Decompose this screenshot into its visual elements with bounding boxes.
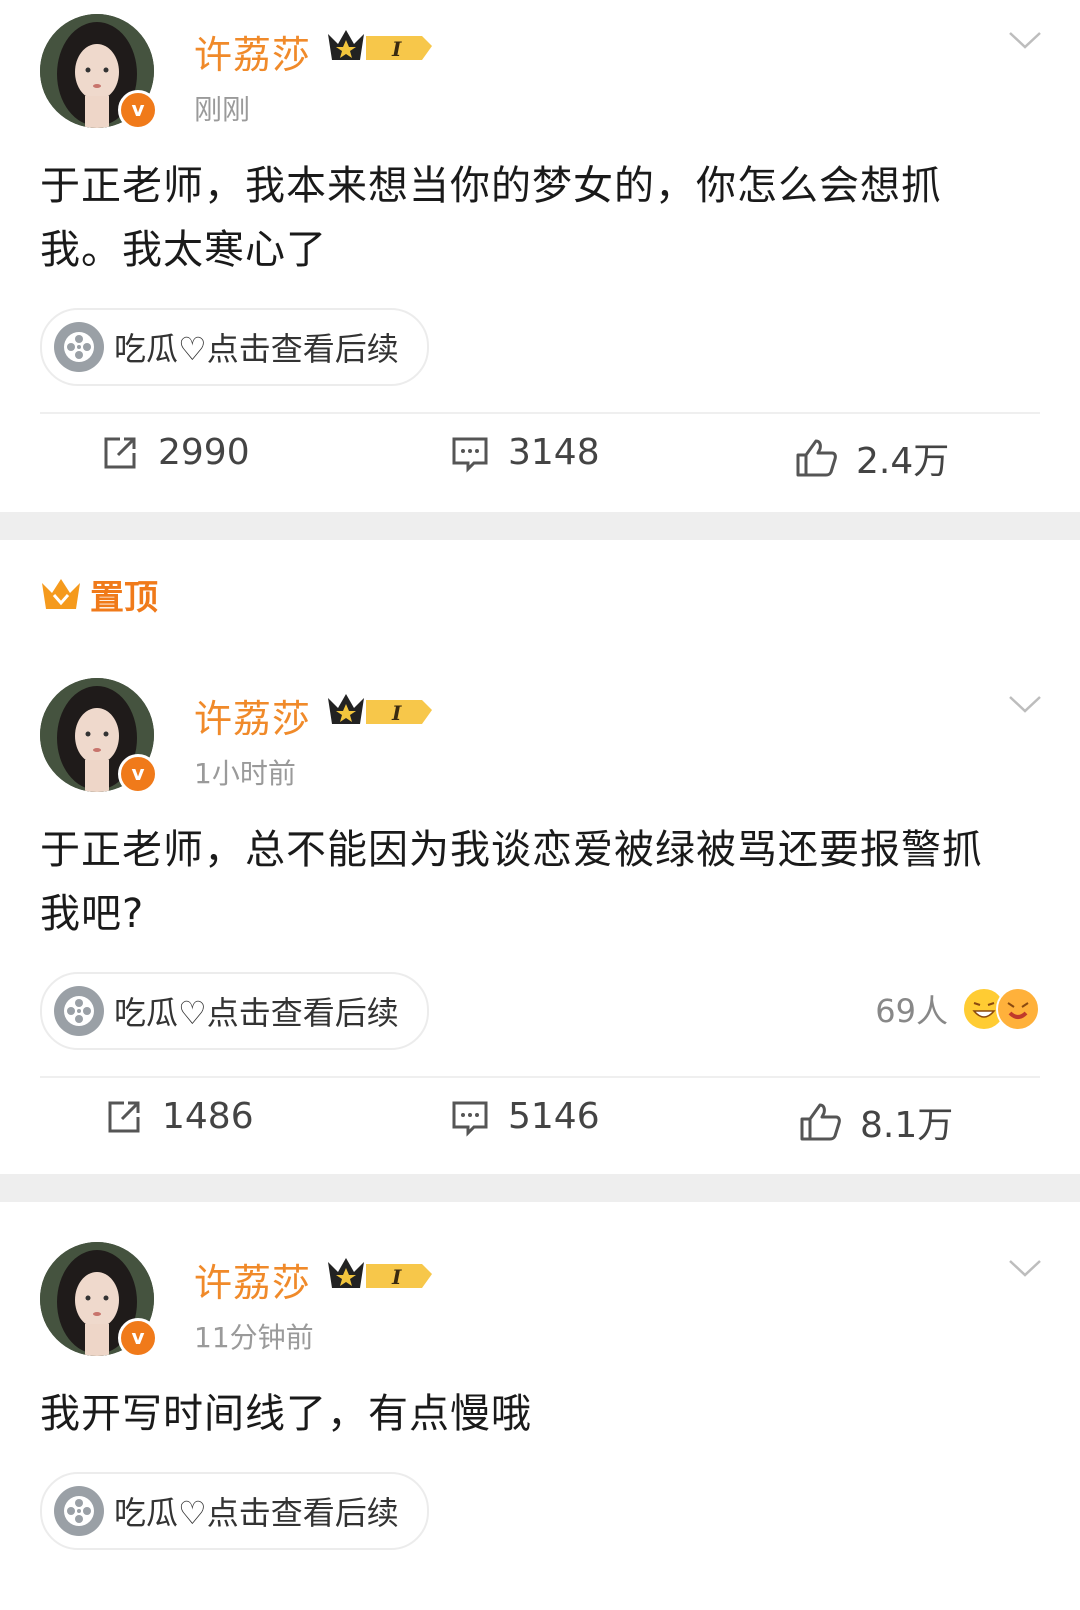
- film-reel-icon: [54, 322, 104, 372]
- verified-badge: v: [118, 90, 158, 130]
- repost-count: 1486: [162, 1096, 254, 1137]
- post-3: v 许荔莎 I 11分钟前 我开写时间线了，有点慢哦 吃瓜♡点击查看后续: [0, 1202, 1080, 1610]
- reaction-count: 69人: [875, 992, 948, 1030]
- topic-label: 吃瓜♡点击查看后续: [114, 994, 399, 1032]
- verified-badge: v: [118, 754, 158, 794]
- comment-icon: [452, 1101, 488, 1137]
- topic-chip[interactable]: 吃瓜♡点击查看后续: [40, 1472, 429, 1550]
- crown-level-badge: I: [328, 30, 432, 61]
- crown-level-badge: I: [328, 694, 432, 725]
- like-icon: [796, 439, 837, 477]
- like-icon: [800, 1103, 841, 1141]
- repost-icon: [108, 1101, 140, 1132]
- post-content: 我开写时间线了，有点慢哦: [40, 1391, 532, 1437]
- comment-button[interactable]: 5146: [450, 1096, 600, 1137]
- repost-icon: [104, 437, 136, 468]
- action-bar: 2990 3148 2.4万: [0, 432, 1080, 492]
- post-content: 于正老师，我本来想当你的梦女的，你怎么会想抓我。我太寒心了: [40, 163, 942, 273]
- comment-button[interactable]: 3148: [450, 432, 600, 473]
- svg-text:I: I: [391, 701, 402, 725]
- crown-level-badge: I: [328, 1258, 432, 1289]
- username[interactable]: 许荔莎: [194, 24, 311, 79]
- like-button[interactable]: 2.4万: [794, 432, 949, 484]
- film-reel-icon: [54, 986, 104, 1036]
- pinned-label: 置顶: [40, 570, 158, 619]
- action-bar: 1486 5146 8.1万: [0, 1096, 1080, 1156]
- username[interactable]: 许荔莎: [194, 1252, 311, 1307]
- chevron-down-icon[interactable]: [1008, 694, 1042, 714]
- topic-label: 吃瓜♡点击查看后续: [114, 330, 399, 368]
- post-1: v 许荔莎 I 刚刚 于正老师，我本来想当你的梦女的，你怎么会想抓我。我太寒心了…: [0, 0, 1080, 512]
- username[interactable]: 许荔莎: [194, 688, 311, 743]
- post-time: 1小时前: [194, 757, 296, 790]
- like-count: 2.4万: [856, 441, 950, 482]
- repost-count: 2990: [158, 432, 250, 473]
- post-time: 刚刚: [194, 93, 251, 126]
- post-time: 11分钟前: [194, 1321, 314, 1354]
- divider: [40, 1076, 1040, 1078]
- chevron-down-icon[interactable]: [1008, 30, 1042, 50]
- feed-separator: [0, 1174, 1080, 1202]
- feed-separator: [0, 512, 1080, 540]
- chevron-down-icon[interactable]: [1008, 1258, 1042, 1278]
- comment-count: 3148: [508, 432, 600, 473]
- comment-icon: [452, 437, 488, 473]
- like-count: 8.1万: [860, 1105, 954, 1146]
- reaction-summary[interactable]: 69人: [875, 986, 1040, 1032]
- verified-badge: v: [118, 1318, 158, 1358]
- repost-button[interactable]: 1486: [104, 1096, 254, 1137]
- topic-chip[interactable]: 吃瓜♡点击查看后续: [40, 972, 429, 1050]
- crown-pin-icon: [42, 578, 80, 609]
- svg-text:I: I: [391, 37, 402, 61]
- film-reel-icon: [54, 1486, 104, 1536]
- emoji-icon: [996, 987, 1040, 1031]
- svg-text:I: I: [391, 1265, 402, 1289]
- topic-chip[interactable]: 吃瓜♡点击查看后续: [40, 308, 429, 386]
- topic-label: 吃瓜♡点击查看后续: [114, 1494, 399, 1532]
- post-content: 于正老师，总不能因为我谈恋爱被绿被骂还要报警抓我吧?: [40, 827, 983, 937]
- repost-button[interactable]: 2990: [100, 432, 250, 473]
- comment-count: 5146: [508, 1096, 600, 1137]
- divider: [40, 412, 1040, 414]
- like-button[interactable]: 8.1万: [798, 1096, 953, 1148]
- post-2: 置顶 v 许荔莎 I 1小时前 于正老师，总不能因为我谈恋爱被绿被骂还要报警抓我…: [0, 540, 1080, 1174]
